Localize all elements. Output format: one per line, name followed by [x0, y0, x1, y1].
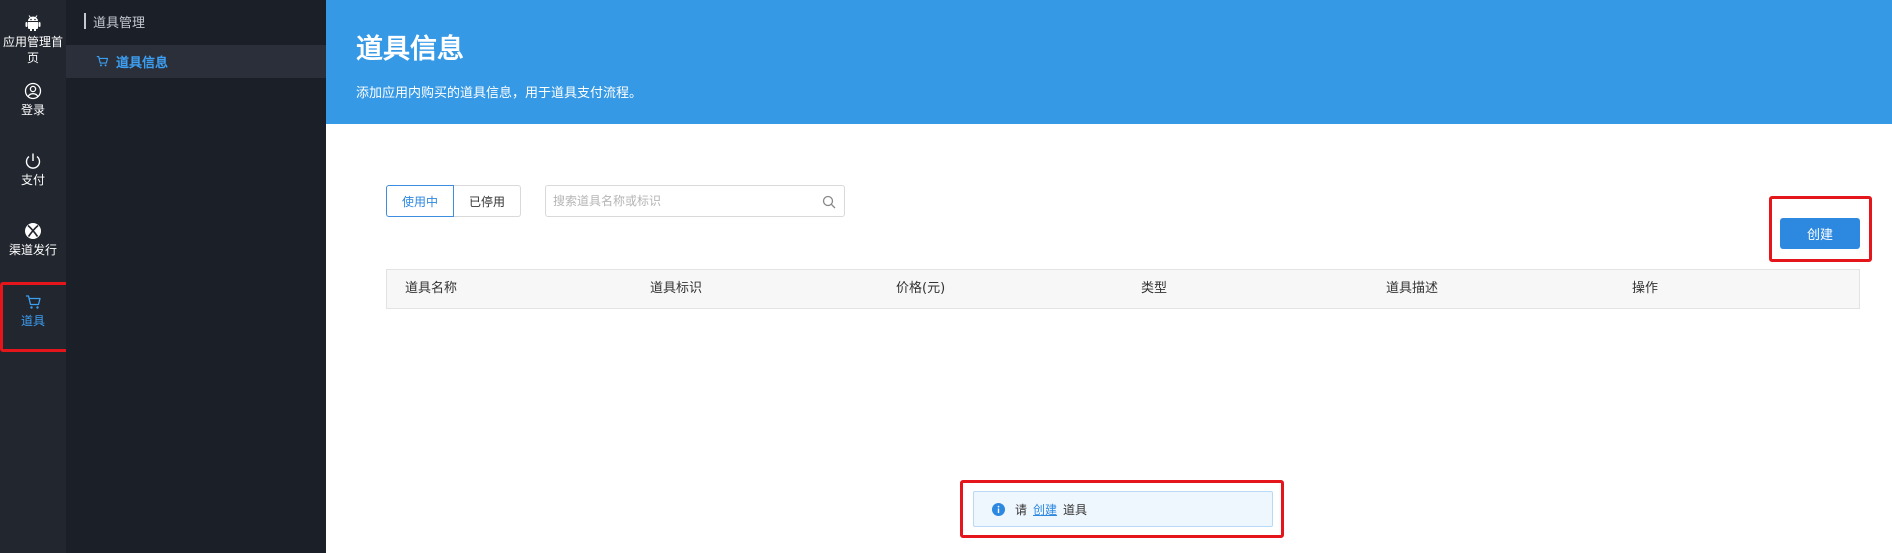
nav-channel[interactable]: 渠道发行 [0, 220, 66, 258]
search-box [545, 185, 845, 217]
sidebar-item-item-info[interactable]: 道具信息 [66, 45, 326, 78]
search-input[interactable] [546, 186, 816, 216]
nav-label: 登录 [20, 103, 45, 117]
nav-app-home[interactable]: 应用管理首页 [0, 12, 66, 66]
android-icon [24, 12, 42, 34]
sidebar-header-label: 道具管理 [93, 15, 146, 31]
column-header: 价格(元) [896, 281, 946, 296]
status-toggle: 使用中 已停用 [386, 185, 521, 217]
page-subtitle: 添加应用内购买的道具信息，用于道具支付流程。 [356, 86, 643, 101]
in-use-tab[interactable]: 使用中 [386, 185, 454, 217]
cart-icon [96, 55, 109, 67]
user-icon [24, 80, 42, 102]
notice-suffix: 道具 [1063, 502, 1088, 517]
xbox-icon [24, 220, 42, 242]
nav-items[interactable]: 道具 [0, 291, 66, 329]
info-icon [992, 502, 1005, 516]
table-header: 道具名称 道具标识 价格(元) 类型 道具描述 操作 [386, 269, 1860, 309]
column-header: 类型 [1141, 281, 1168, 296]
power-icon [24, 150, 42, 172]
sidebar-item-label: 道具信息 [116, 56, 169, 71]
page-banner: 道具信息 添加应用内购买的道具信息，用于道具支付流程。 [326, 0, 1892, 124]
column-header: 道具名称 [405, 281, 458, 296]
primary-nav-rail: 应用管理首页 登录 支付 渠道发行 道具 [0, 0, 70, 553]
nav-label: 支付 [20, 173, 45, 187]
nav-label: 渠道发行 [8, 243, 57, 257]
sidebar-section-header: 道具管理 [84, 11, 145, 31]
secondary-sidebar: 道具管理 道具信息 [66, 0, 326, 553]
create-link[interactable]: 创建 [1033, 501, 1057, 518]
create-button[interactable]: 创建 [1780, 218, 1860, 249]
disabled-tab[interactable]: 已停用 [454, 185, 521, 217]
cart-icon [25, 291, 42, 313]
column-header: 道具标识 [650, 281, 703, 296]
section-marker [84, 13, 86, 29]
nav-login[interactable]: 登录 [0, 80, 66, 118]
nav-payment[interactable]: 支付 [0, 150, 66, 188]
nav-label: 道具 [20, 314, 45, 328]
column-header: 操作 [1632, 281, 1659, 296]
page-title: 道具信息 [356, 34, 464, 65]
column-header: 道具描述 [1386, 281, 1439, 296]
search-icon[interactable] [822, 194, 836, 213]
empty-state-notice: 请 创建 道具 [973, 491, 1273, 527]
notice-prefix: 请 [1015, 502, 1028, 517]
nav-label: 应用管理首页 [2, 35, 63, 65]
